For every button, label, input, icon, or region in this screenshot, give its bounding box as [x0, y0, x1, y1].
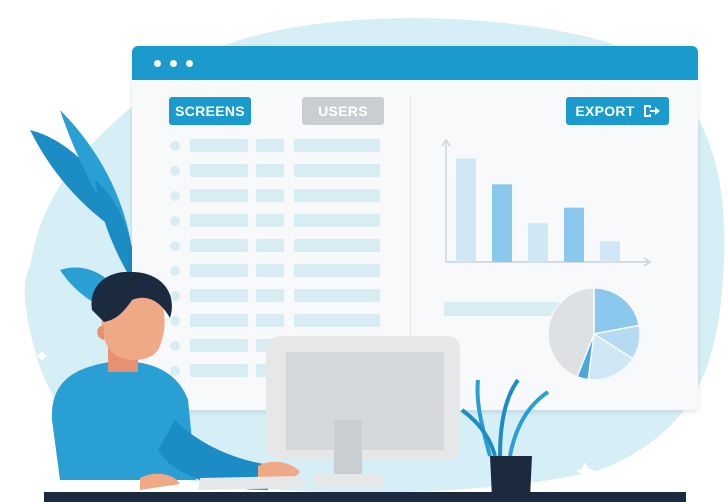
foreground-art — [44, 271, 686, 502]
illustration-scene: SCREENS USERS EXPORT — [0, 0, 728, 502]
monitor — [266, 336, 460, 488]
plant-stem — [508, 390, 550, 457]
desk — [44, 492, 686, 502]
monitor-stand — [334, 420, 362, 478]
potted-plant — [460, 378, 550, 498]
person — [51, 271, 300, 490]
person-ear — [97, 325, 104, 340]
plant-stem — [498, 378, 520, 457]
plant-stem — [475, 379, 492, 457]
keyboard — [198, 476, 304, 490]
monitor-base — [312, 474, 384, 488]
monitor-back — [286, 352, 444, 450]
plant-pot — [490, 456, 532, 498]
